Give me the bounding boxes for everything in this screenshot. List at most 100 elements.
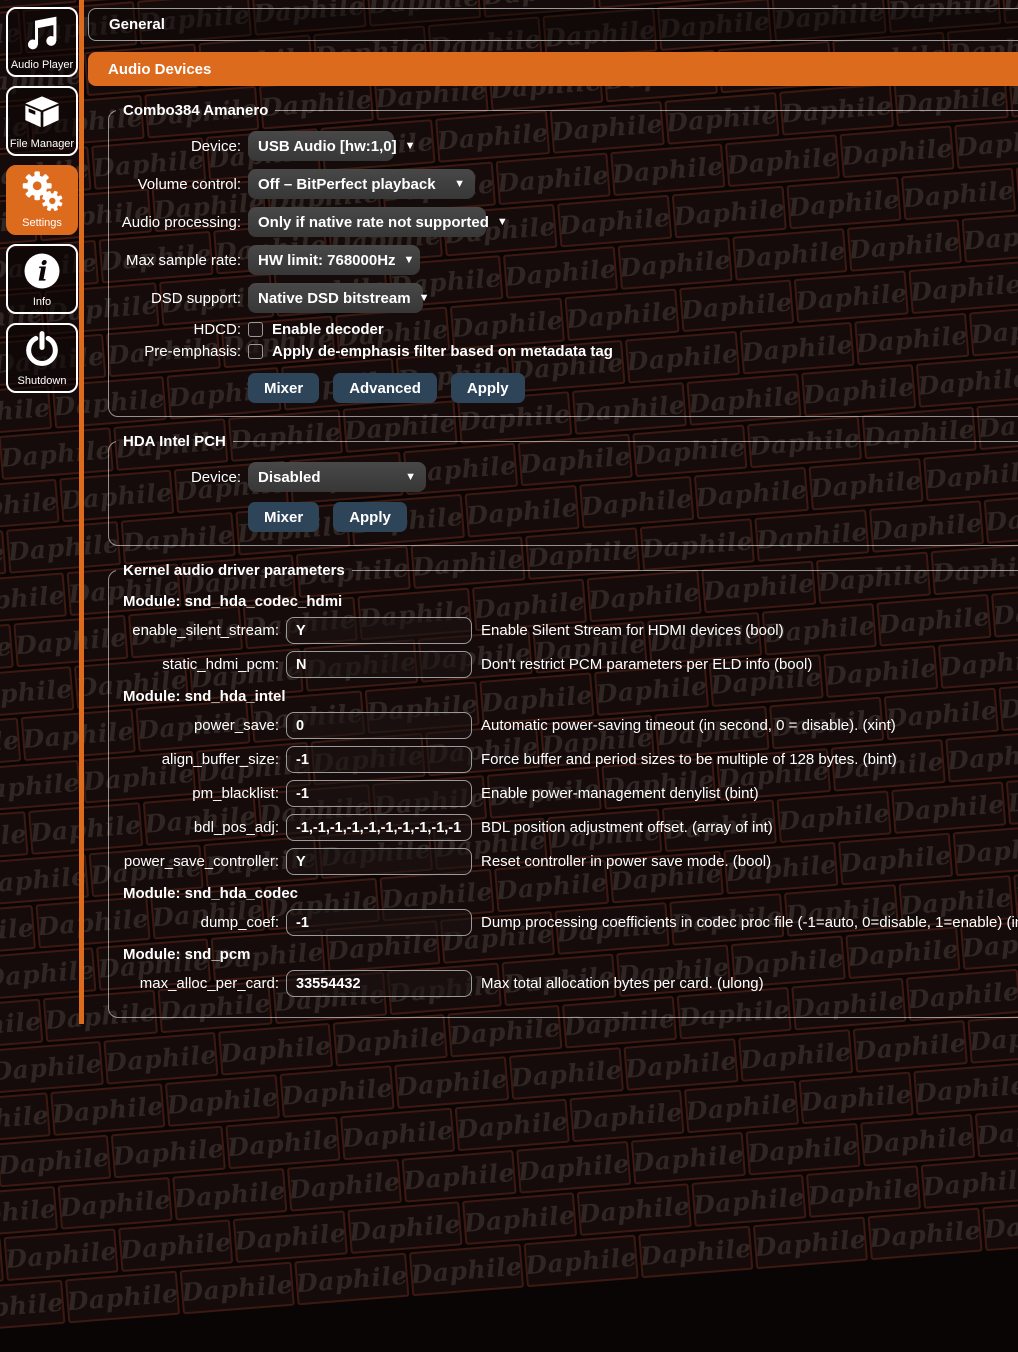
power-icon <box>8 325 76 375</box>
sidebar-item-info[interactable]: i Info <box>6 244 78 314</box>
audio-processing-select[interactable]: Only if native rate not supported ▼ <box>248 207 486 237</box>
brick-watermark: Daphile <box>745 1123 860 1176</box>
device-label: Device: <box>109 138 241 155</box>
brick-watermark: Daphile <box>623 1038 738 1091</box>
hdcd-checkbox-label: Enable decoder <box>272 321 384 338</box>
brick-watermark: Daphile <box>118 1219 233 1272</box>
param-description: Max total allocation bytes per card. (ul… <box>481 975 764 992</box>
param-description: Dump processing coefficients in codec pr… <box>481 914 1018 931</box>
pre-emphasis-checkbox-label: Apply de-emphasis filter based on metada… <box>272 343 613 360</box>
section-legend: Combo384 Amanero <box>116 102 275 119</box>
chevron-down-icon: ▼ <box>411 293 430 304</box>
param-name: power_save: <box>109 717 279 734</box>
param-row: power_save_controller: Reset controller … <box>109 848 1018 875</box>
volume-control-select[interactable]: Off – BitPerfect playback ▼ <box>248 169 475 199</box>
param-row: max_alloc_per_card: Max total allocation… <box>109 970 1018 997</box>
param-value-input[interactable] <box>286 780 472 807</box>
param-name: dump_coef: <box>109 914 279 931</box>
max-sample-rate-select-value: HW limit: 768000Hz <box>258 252 396 269</box>
brick-watermark: Daphile <box>180 1262 295 1315</box>
dsd-support-select[interactable]: Native DSD bitstream ▼ <box>248 283 423 313</box>
storage-box-icon <box>8 88 76 138</box>
tab-audio-devices-label: Audio Devices <box>108 61 211 78</box>
param-value-input[interactable] <box>286 746 472 773</box>
brick-watermark: Daphile <box>516 1141 631 1194</box>
param-row: bdl_pos_adj: BDL position adjustment off… <box>109 814 1018 841</box>
param-value-input[interactable] <box>286 814 472 841</box>
param-description: Enable power-management denylist (bint) <box>481 785 759 802</box>
sidebar-item-file-manager[interactable]: File Manager <box>6 86 78 156</box>
sidebar-item-settings[interactable]: Settings <box>6 165 78 235</box>
brick-watermark: Daphile <box>569 1090 684 1143</box>
param-name: power_save_controller: <box>109 853 279 870</box>
module-title: Module: snd_hda_codec <box>123 885 1018 902</box>
param-value-input[interactable] <box>286 848 472 875</box>
brick-watermark: Daphile <box>50 1083 165 1136</box>
info-icon: i <box>8 246 76 296</box>
chevron-down-icon: ▼ <box>446 179 465 190</box>
brick-watermark: Daphile <box>172 1168 287 1221</box>
max-sample-rate-select[interactable]: HW limit: 768000Hz ▼ <box>248 245 420 275</box>
param-description: Don't restrict PCM parameters per ELD in… <box>481 656 812 673</box>
device-label: Device: <box>109 469 241 486</box>
device-select[interactable]: USB Audio [hw:1,0] ▼ <box>248 131 394 161</box>
param-value-input[interactable] <box>286 909 472 936</box>
param-description: Enable Silent Stream for HDMI devices (b… <box>481 622 784 639</box>
pre-emphasis-checkbox[interactable] <box>248 344 263 359</box>
module-title: Module: snd_hda_intel <box>123 688 1018 705</box>
param-name: max_alloc_per_card: <box>109 975 279 992</box>
apply-button[interactable]: Apply <box>451 373 525 403</box>
audio-processing-label: Audio processing: <box>109 214 241 231</box>
sidebar-item-audio-player[interactable]: Audio Player <box>6 7 78 77</box>
brick-watermark: Daphile <box>233 1210 348 1263</box>
param-value-input[interactable] <box>286 970 472 997</box>
chevron-down-icon: ▼ <box>396 255 415 266</box>
brick-watermark: Daphile <box>806 1165 921 1218</box>
tab-audio-devices[interactable]: Audio Devices <box>88 52 1018 86</box>
brick-watermark: Daphile <box>65 1271 180 1324</box>
hda-device-select[interactable]: Disabled ▼ <box>248 462 426 492</box>
brick-watermark: Daphile <box>691 1174 806 1227</box>
brick-watermark: Daphile <box>853 1020 968 1073</box>
brick-watermark: Daphile <box>409 1244 524 1297</box>
param-row: power_save: Automatic power-saving timeo… <box>109 712 1018 739</box>
sidebar-item-label: Info <box>33 296 51 308</box>
section-kernel-audio-driver-parameters: Kernel audio driver parameters Module: s… <box>108 562 1018 1018</box>
mixer-button[interactable]: Mixer <box>248 373 319 403</box>
brick-watermark: Daphile <box>294 1253 409 1306</box>
advanced-button[interactable]: Advanced <box>333 373 437 403</box>
sidebar-item-shutdown[interactable]: Shutdown <box>6 323 78 393</box>
audio-processing-select-value: Only if native rate not supported <box>258 214 489 231</box>
apply-button[interactable]: Apply <box>333 502 407 532</box>
brick-watermark: Daphile <box>111 1126 226 1179</box>
music-notes-icon <box>8 9 76 59</box>
tab-general[interactable]: General <box>88 8 1018 41</box>
param-description: BDL position adjustment offset. (array o… <box>481 819 773 836</box>
brick-watermark: Daphile <box>799 1072 914 1125</box>
brick-watermark: Daphile <box>524 1235 639 1288</box>
max-sample-rate-label: Max sample rate: <box>109 252 241 269</box>
module-title: Module: snd_pcm <box>123 946 1018 963</box>
param-name: pm_blacklist: <box>109 785 279 802</box>
brick-watermark: Daphile <box>0 1092 51 1145</box>
brick-watermark: Daphile <box>753 1217 868 1270</box>
brick-watermark: Daphile <box>509 1047 624 1100</box>
brick-watermark: Daphile <box>860 1114 975 1167</box>
sidebar-item-label: Audio Player <box>11 59 73 71</box>
brick-watermark: Daphile <box>225 1117 340 1170</box>
param-name: static_hdmi_pcm: <box>109 656 279 673</box>
param-value-input[interactable] <box>286 651 472 678</box>
brick-watermark: Daphile <box>967 1011 1018 1064</box>
param-value-input[interactable] <box>286 712 472 739</box>
tab-general-label: General <box>109 16 165 33</box>
brick-watermark: Daphile <box>347 1201 462 1254</box>
hdcd-checkbox[interactable] <box>248 322 263 337</box>
pre-emphasis-label: Pre-emphasis: <box>109 343 241 360</box>
hda-device-select-value: Disabled <box>258 469 321 486</box>
brick-watermark: Daphile <box>982 1199 1018 1252</box>
section-hda-intel-pch: HDA Intel PCH Device: Disabled ▼ Mixer A… <box>108 433 1018 546</box>
gears-icon <box>8 167 76 217</box>
mixer-button[interactable]: Mixer <box>248 502 319 532</box>
brick-watermark: Daphile <box>0 1135 111 1188</box>
param-value-input[interactable] <box>286 617 472 644</box>
